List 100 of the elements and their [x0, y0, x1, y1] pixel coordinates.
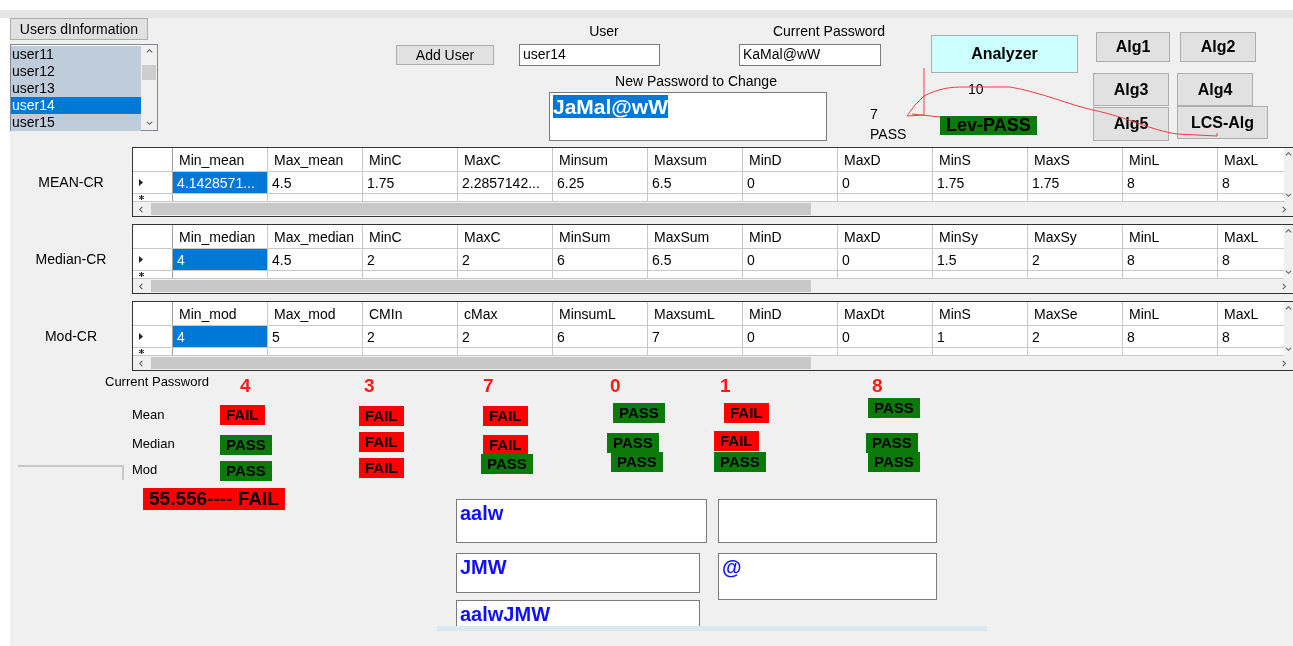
data-grid[interactable]: Min_median Max_median MinC MaxC MinSum MaxSum MinD MaxD MinSy MaxSy MinL MaxL 4 4.5 2 2 6 6.5 0 0 1.5 2 8 8 [132, 224, 1293, 294]
new-row-icon [139, 195, 144, 200]
password-field[interactable]: KaMal@wW [739, 44, 881, 66]
scroll-right-icon[interactable] [1281, 359, 1288, 367]
scrollbar-thumb[interactable] [151, 203, 811, 215]
row-pointer-icon [139, 256, 143, 263]
column-header[interactable]: MinC [363, 225, 458, 248]
scrollbar-thumb[interactable] [151, 280, 811, 292]
column-header[interactable]: Min_mod [173, 302, 268, 325]
column-header[interactable]: Max_median [268, 225, 363, 248]
scroll-left-icon[interactable] [138, 282, 145, 290]
grid-label: Mod-CR [44, 328, 98, 344]
column-header[interactable]: Min_mean [173, 148, 268, 171]
analyzer-button[interactable]: Analyzer [931, 35, 1078, 73]
result-badge: PASS [613, 403, 665, 423]
distance-text: 10 [968, 81, 984, 97]
output-field[interactable] [718, 499, 937, 543]
algorithm-button[interactable]: Alg1 [1096, 32, 1170, 62]
column-header[interactable]: MinD [743, 302, 838, 325]
data-grid[interactable]: Min_mean Max_mean MinC MaxC Minsum Maxsum MinD MaxD MinS MaxS MinL MaxL 4.1428571... 4.5 1.75 2.2857142... 6.25 6.5 0 0 1.75 1.75 8 8 [132, 147, 1293, 217]
column-header[interactable]: MinsumL [553, 302, 648, 325]
scrollbar-thumb[interactable] [142, 65, 156, 80]
users-list[interactable]: user11 user12 user13 user14 user15 [10, 44, 158, 131]
digit-text: 0 [610, 375, 621, 397]
score-text: 7 [870, 106, 878, 122]
column-header[interactable]: Minsum [553, 148, 648, 171]
result-badge: FAIL [483, 406, 528, 426]
list-item[interactable]: user11 [11, 46, 141, 63]
row-pointer-icon [139, 333, 143, 340]
grid-label: Median-CR [35, 251, 107, 267]
result-badge: PASS [607, 433, 659, 453]
column-header[interactable]: MinS [933, 148, 1028, 171]
scrollbar-thumb[interactable] [151, 357, 811, 369]
column-header[interactable]: CMIn [363, 302, 458, 325]
list-item[interactable]: user13 [11, 80, 141, 97]
output-field[interactable]: @ [718, 553, 937, 600]
column-header[interactable]: MinL [1123, 302, 1218, 325]
column-header[interactable]: Min_median [173, 225, 268, 248]
column-header[interactable]: MaxD [838, 148, 933, 171]
result-badge: FAIL [483, 435, 528, 455]
scroll-left-icon[interactable] [138, 359, 145, 367]
output-field[interactable]: aalw [456, 499, 707, 543]
column-header[interactable]: Maxsum [648, 148, 743, 171]
algorithm-button[interactable]: Alg2 [1180, 32, 1256, 62]
column-header[interactable]: MaxSy [1028, 225, 1123, 248]
user-field[interactable]: user14 [519, 44, 660, 66]
column-header[interactable]: Max_mod [268, 302, 363, 325]
users-information-button[interactable]: Users dInformation [10, 18, 148, 40]
scroll-down-icon[interactable] [145, 120, 153, 127]
column-header[interactable]: MaxSe [1028, 302, 1123, 325]
scroll-up-icon[interactable] [1285, 305, 1292, 312]
list-item[interactable]: user12 [11, 63, 141, 80]
new-row-icon [139, 349, 144, 354]
scroll-up-icon[interactable] [145, 48, 153, 55]
column-header[interactable]: MaxDt [838, 302, 933, 325]
algorithm-button[interactable]: Alg5 [1093, 107, 1169, 141]
column-header[interactable]: MinD [743, 225, 838, 248]
column-header[interactable]: MinS [933, 302, 1028, 325]
result-badge: FAIL [359, 432, 404, 452]
column-header[interactable]: MinC [363, 148, 458, 171]
algorithm-button[interactable]: LCS-Alg [1177, 106, 1268, 139]
scroll-right-icon[interactable] [1281, 282, 1288, 290]
result-badge: FAIL [714, 431, 759, 451]
new-password-field[interactable]: JaMal@wW [549, 92, 827, 141]
output-field[interactable]: aalwJMW [456, 600, 700, 626]
column-header[interactable]: MinL [1123, 148, 1218, 171]
column-header[interactable]: MinSy [933, 225, 1028, 248]
column-header[interactable]: cMax [458, 302, 553, 325]
column-header[interactable]: MaxSum [648, 225, 743, 248]
column-header[interactable]: MaxsumL [648, 302, 743, 325]
scroll-down-icon[interactable] [1285, 269, 1292, 276]
new-row-icon [139, 272, 144, 277]
scroll-up-icon[interactable] [1285, 228, 1292, 235]
column-header[interactable]: Max_mean [268, 148, 363, 171]
result-badge: PASS [611, 452, 663, 472]
algorithm-button[interactable]: Alg4 [1177, 73, 1253, 106]
column-header[interactable]: MaxS [1028, 148, 1123, 171]
result-badge: PASS [868, 398, 920, 418]
scroll-left-icon[interactable] [138, 205, 145, 213]
column-header[interactable]: MinD [743, 148, 838, 171]
algorithm-button[interactable]: Alg3 [1093, 73, 1169, 106]
scroll-down-icon[interactable] [1285, 346, 1292, 353]
table-cell: 4 [173, 326, 268, 347]
data-grid[interactable]: Min_mod Max_mod CMIn cMax MinsumL MaxsumL MinD MaxDt MinS MaxSe MinL MaxL 4 5 2 2 6 7 0 0 1 2 8 8 [132, 301, 1293, 371]
column-header[interactable]: MaxC [458, 148, 553, 171]
output-field[interactable]: JMW [456, 553, 700, 593]
result-badge: FAIL [724, 403, 769, 423]
add-user-button[interactable]: Add User [396, 45, 494, 65]
scroll-right-icon[interactable] [1281, 205, 1288, 213]
result-badge: FAIL [359, 406, 404, 426]
list-item[interactable]: user14 [11, 97, 141, 114]
column-header[interactable]: MaxC [458, 225, 553, 248]
column-header[interactable]: MinL [1123, 225, 1218, 248]
column-header[interactable]: MinSum [553, 225, 648, 248]
column-header[interactable]: MaxD [838, 225, 933, 248]
scroll-up-icon[interactable] [1285, 151, 1292, 158]
result-badge: PASS [866, 433, 918, 453]
scroll-down-icon[interactable] [1285, 192, 1292, 199]
table-cell: 4.1428571... [173, 172, 268, 193]
list-item[interactable]: user15 [11, 114, 141, 131]
